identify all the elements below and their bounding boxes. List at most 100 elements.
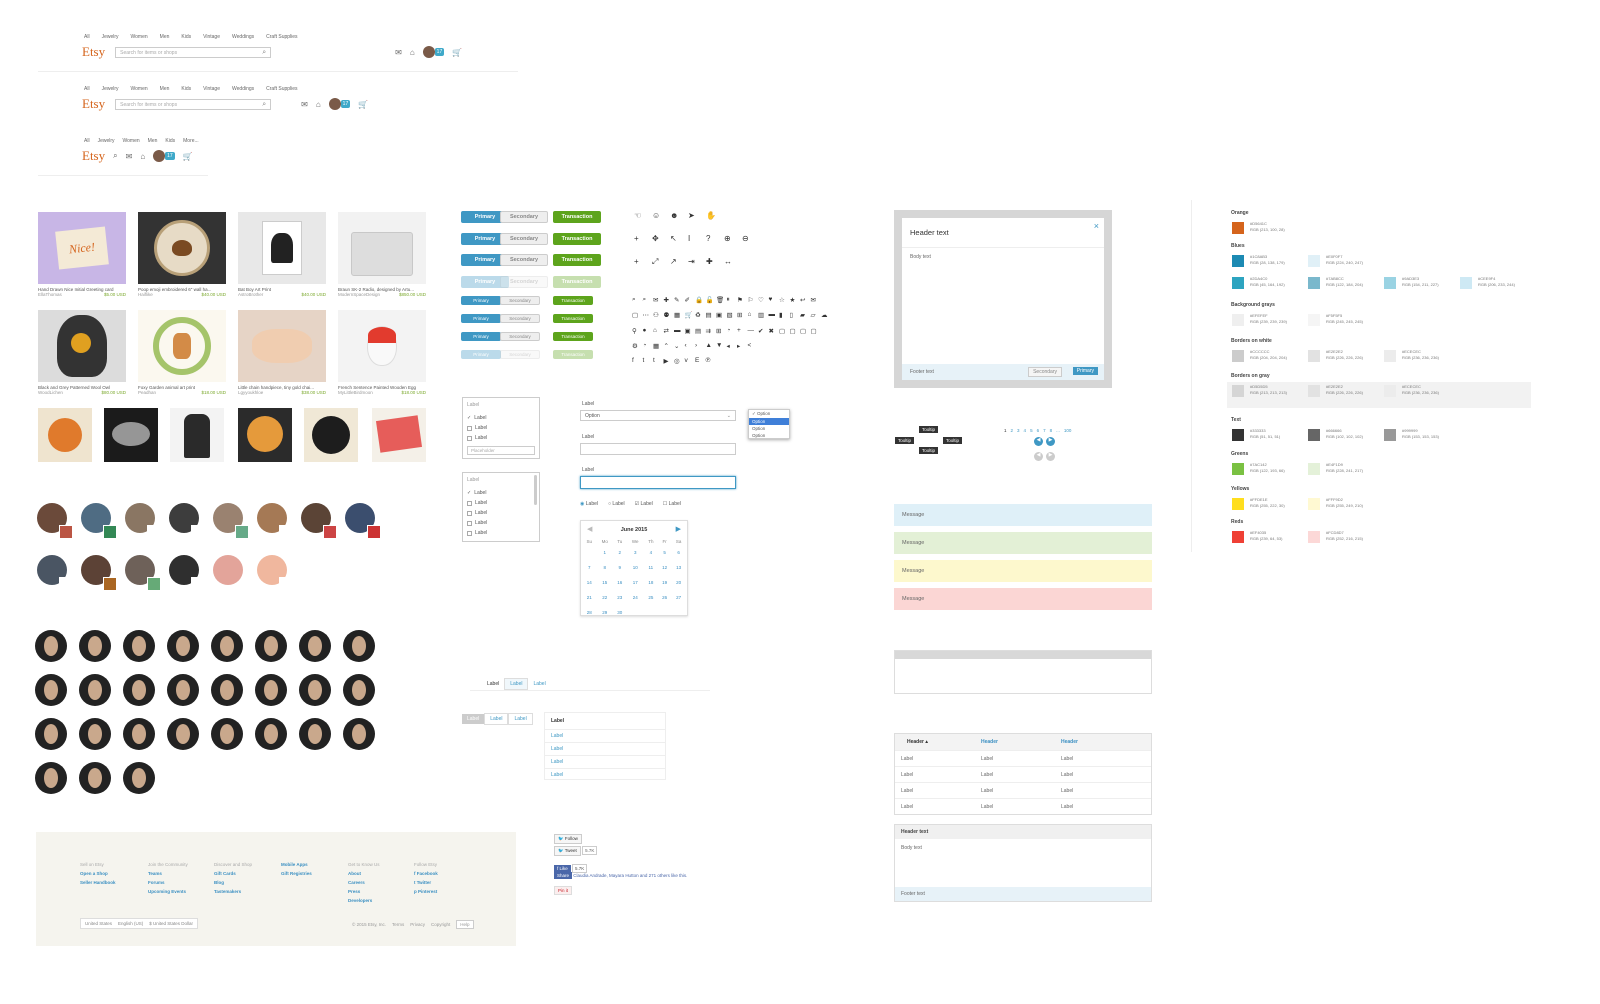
- search-input[interactable]: Search for items or shops ⌕: [115, 46, 272, 58]
- calendar-day[interactable]: 25: [645, 591, 657, 604]
- secondary-button[interactable]: Secondary: [500, 296, 540, 305]
- cart-icon[interactable]: 🛒: [183, 152, 193, 161]
- calendar-day[interactable]: 15: [598, 576, 612, 589]
- listing-image[interactable]: [38, 310, 126, 382]
- checkbox-item[interactable]: ✓ Label: [467, 490, 486, 496]
- profile-avatar[interactable]: [167, 718, 199, 750]
- nav-men[interactable]: Men: [160, 34, 170, 40]
- listing-image[interactable]: [338, 310, 426, 382]
- secondary-button[interactable]: Secondary: [500, 276, 548, 288]
- listing-shop[interactable]: AstroBrother: [238, 292, 263, 297]
- etsy-logo[interactable]: Etsy: [82, 148, 105, 164]
- checkbox-checked[interactable]: ☑ Label: [635, 501, 653, 507]
- radio-selected[interactable]: ◉ Label: [580, 501, 598, 507]
- locale-currency[interactable]: $ United States Dollar: [149, 921, 193, 926]
- select-option[interactable]: Option: [749, 425, 789, 432]
- calendar-day[interactable]: 28: [583, 606, 596, 619]
- shop-icon[interactable]: ⌂: [316, 100, 321, 109]
- profile-avatar[interactable]: [123, 630, 155, 662]
- select-dropdown[interactable]: Option ⌄: [580, 410, 736, 421]
- listing-shop[interactable]: MyLittleBirdmoon: [338, 390, 373, 395]
- page-link[interactable]: 5: [1030, 428, 1033, 433]
- profile-avatar[interactable]: [35, 630, 67, 662]
- transaction-button[interactable]: Transaction: [553, 350, 593, 359]
- nav-weddings[interactable]: Weddings: [232, 86, 254, 92]
- calendar-day[interactable]: 30: [614, 606, 626, 619]
- footer-link[interactable]: Seller Handbook: [80, 878, 116, 887]
- nav-women[interactable]: Women: [131, 34, 148, 40]
- transaction-button[interactable]: Transaction: [553, 233, 601, 245]
- profile-avatar[interactable]: [167, 630, 199, 662]
- calendar-day[interactable]: 2: [614, 546, 626, 559]
- calendar-day[interactable]: 8: [598, 561, 612, 574]
- checkbox-item[interactable]: ✓ Label: [467, 415, 486, 421]
- shop-thumbnail[interactable]: [238, 408, 292, 462]
- listing-card[interactable]: Bat Boy Art Print AstroBrother $40.00 USD: [238, 212, 326, 297]
- avatar[interactable]: [301, 503, 337, 539]
- transaction-button[interactable]: Transaction: [553, 296, 593, 305]
- listing-shop[interactable]: Haiflike: [138, 292, 153, 297]
- footer-link[interactable]: Tastemakers: [214, 887, 252, 896]
- profile-avatar[interactable]: [123, 762, 155, 794]
- avatar[interactable]: [37, 555, 73, 591]
- calendar-day[interactable]: 14: [583, 576, 596, 589]
- checkbox-item[interactable]: Label: [467, 510, 487, 516]
- calendar-day[interactable]: 3: [628, 546, 643, 559]
- listing-card[interactable]: Foxy Garden animal art print Peadhan $18.…: [138, 310, 226, 395]
- profile-avatar[interactable]: [79, 674, 111, 706]
- avatar[interactable]: [257, 555, 293, 591]
- tweet-button[interactable]: 🐦 Tweet: [554, 846, 581, 856]
- footer-link[interactable]: Careers: [348, 878, 380, 887]
- privacy-link[interactable]: Privacy: [410, 922, 425, 927]
- segment-active[interactable]: Label: [462, 714, 485, 724]
- pin-it-button[interactable]: Pin it: [554, 886, 573, 895]
- listing-card[interactable]: French Sentence Painted Wooden Egg MyLit…: [338, 310, 426, 395]
- secondary-button[interactable]: Secondary: [500, 332, 540, 341]
- calendar-day[interactable]: 11: [645, 561, 657, 574]
- calendar-day[interactable]: 27: [672, 591, 685, 604]
- nav-all[interactable]: All: [84, 34, 90, 40]
- calendar-day[interactable]: 13: [672, 561, 685, 574]
- listing-shop[interactable]: Peadhan: [138, 390, 156, 395]
- list-link[interactable]: Label: [545, 755, 665, 768]
- locale-language[interactable]: English (US): [118, 921, 143, 926]
- listing-image[interactable]: [138, 212, 226, 284]
- checkbox-item[interactable]: Label: [467, 425, 487, 431]
- page-link[interactable]: 8: [1050, 428, 1053, 433]
- profile-avatar[interactable]: [255, 630, 287, 662]
- page-link[interactable]: 3: [1017, 428, 1020, 433]
- footer-link[interactable]: Teams: [148, 869, 188, 878]
- page-link[interactable]: 6: [1037, 428, 1040, 433]
- secondary-button[interactable]: Secondary: [500, 233, 548, 245]
- transaction-button[interactable]: Transaction: [553, 254, 601, 266]
- prev-month-icon[interactable]: ◀: [587, 525, 592, 533]
- calendar-day[interactable]: 6: [672, 546, 685, 559]
- avatar[interactable]: [345, 503, 381, 539]
- nav-women[interactable]: Women: [131, 86, 148, 92]
- profile-avatar[interactable]: [211, 718, 243, 750]
- listing-shop[interactable]: Lgyyoukhloe: [238, 390, 263, 395]
- primary-button[interactable]: Primary: [1072, 367, 1098, 375]
- listing-image[interactable]: [238, 212, 326, 284]
- shop-thumbnail[interactable]: [104, 408, 158, 462]
- secondary-button[interactable]: Secondary: [500, 314, 540, 323]
- avatar[interactable]: [81, 503, 117, 539]
- profile-avatar[interactable]: [211, 630, 243, 662]
- copyright-link[interactable]: Copyright: [431, 922, 450, 927]
- transaction-button[interactable]: Transaction: [553, 276, 601, 288]
- search-icon[interactable]: ⌕: [262, 49, 266, 57]
- primary-button[interactable]: Primary: [461, 350, 501, 359]
- list-link[interactable]: Label: [545, 729, 665, 742]
- terms-link[interactable]: Terms: [392, 922, 404, 927]
- nav-kids[interactable]: Kids: [165, 138, 175, 144]
- avatar[interactable]: [37, 503, 73, 539]
- calendar-day[interactable]: 9: [614, 561, 626, 574]
- avatar[interactable]: [213, 503, 249, 539]
- text-input-focused[interactable]: [580, 476, 736, 489]
- nav-men[interactable]: Men: [148, 138, 158, 144]
- calendar-day[interactable]: 29: [598, 606, 612, 619]
- footer-link[interactable]: Developers: [348, 896, 380, 905]
- secondary-button[interactable]: Secondary: [500, 350, 540, 359]
- close-icon[interactable]: ×: [1094, 221, 1099, 231]
- facebook-share-button[interactable]: Share: [554, 872, 573, 879]
